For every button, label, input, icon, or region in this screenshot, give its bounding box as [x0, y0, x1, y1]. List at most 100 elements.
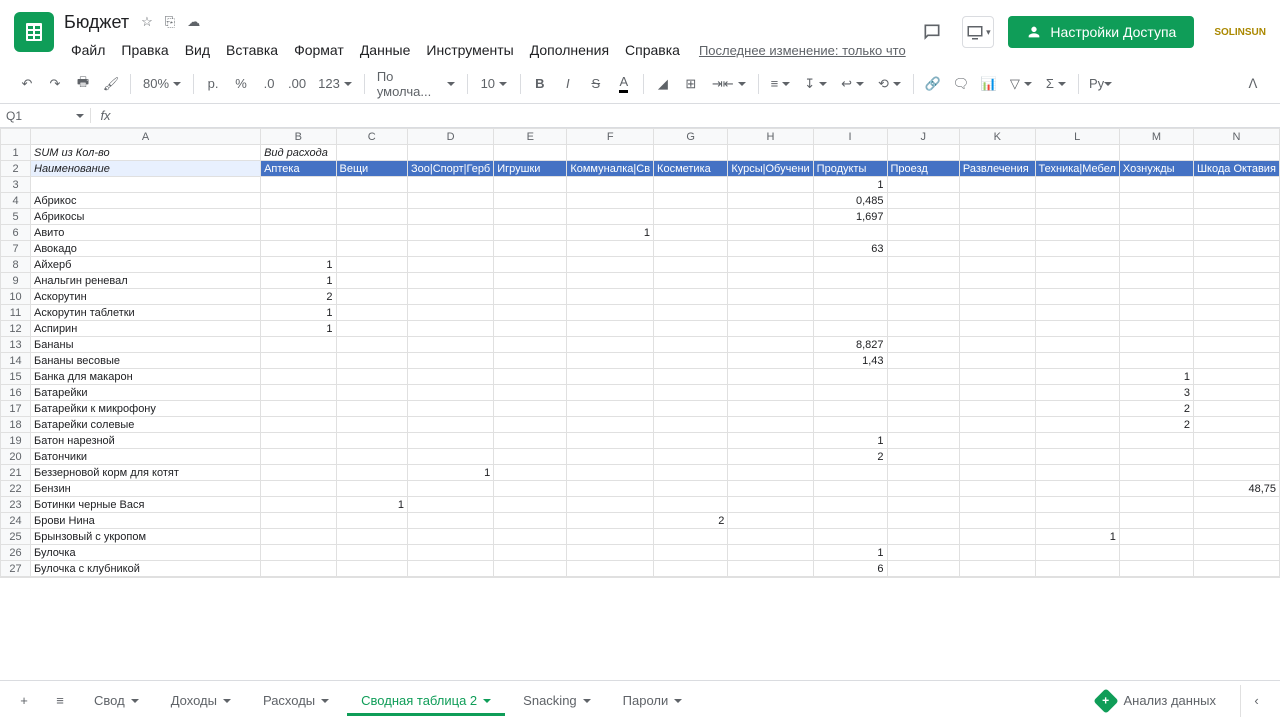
text-color-icon[interactable]: A [611, 71, 637, 97]
cell[interactable] [813, 417, 887, 433]
cell[interactable] [959, 481, 1035, 497]
cell[interactable] [567, 337, 654, 353]
row-header[interactable]: 18 [1, 417, 31, 433]
collapse-toolbar-icon[interactable]: ᐱ [1240, 71, 1266, 97]
col-header[interactable]: L [1035, 129, 1119, 145]
cell[interactable] [1119, 145, 1193, 161]
cell[interactable] [407, 529, 493, 545]
cell[interactable] [1035, 369, 1119, 385]
cell[interactable]: Батарейки к микрофону [31, 401, 261, 417]
cell[interactable]: Беззерновой корм для котят [31, 465, 261, 481]
cell[interactable] [728, 481, 813, 497]
cell[interactable] [728, 177, 813, 193]
row-header[interactable]: 7 [1, 241, 31, 257]
cell[interactable] [1193, 513, 1279, 529]
cell[interactable] [959, 529, 1035, 545]
name-box[interactable]: Q1 [0, 109, 90, 123]
cell[interactable]: Хознужды [1119, 161, 1193, 177]
text-rotate-icon[interactable]: ⟲ [872, 71, 907, 97]
cell[interactable]: Батарейки [31, 385, 261, 401]
cell[interactable] [887, 337, 959, 353]
cell[interactable] [1119, 225, 1193, 241]
cell[interactable] [1119, 193, 1193, 209]
cell[interactable] [728, 353, 813, 369]
cell[interactable]: Зоо|Спорт|Герб [407, 161, 493, 177]
cell[interactable] [887, 513, 959, 529]
cell[interactable] [654, 417, 728, 433]
cell[interactable] [959, 385, 1035, 401]
cell[interactable] [887, 209, 959, 225]
row-header[interactable]: 5 [1, 209, 31, 225]
cell[interactable]: 1 [813, 433, 887, 449]
sheet-tab[interactable]: Сводная таблица 2 [347, 685, 505, 716]
cell[interactable] [813, 225, 887, 241]
merge-cells-icon[interactable]: ⇥⇤ [706, 71, 752, 97]
cell[interactable] [567, 289, 654, 305]
cell[interactable] [654, 145, 728, 161]
cell[interactable] [813, 513, 887, 529]
cell[interactable] [728, 209, 813, 225]
cell[interactable] [567, 273, 654, 289]
cell[interactable] [261, 385, 336, 401]
cell[interactable] [494, 497, 567, 513]
cell[interactable] [336, 177, 407, 193]
cell[interactable] [494, 417, 567, 433]
cell[interactable] [407, 545, 493, 561]
cell[interactable] [654, 289, 728, 305]
cell[interactable] [728, 497, 813, 513]
row-header[interactable]: 20 [1, 449, 31, 465]
cell[interactable] [261, 465, 336, 481]
print-icon[interactable]: 🖶 [70, 71, 96, 97]
cell[interactable] [31, 177, 261, 193]
cell[interactable] [959, 417, 1035, 433]
cell[interactable] [407, 289, 493, 305]
cell[interactable] [813, 145, 887, 161]
fill-color-icon[interactable]: ◢ [650, 71, 676, 97]
cell[interactable] [654, 177, 728, 193]
strikethrough-icon[interactable]: S [583, 71, 609, 97]
cell[interactable] [1119, 241, 1193, 257]
cell[interactable] [813, 369, 887, 385]
cell[interactable] [407, 401, 493, 417]
cell[interactable] [959, 321, 1035, 337]
cell[interactable] [728, 465, 813, 481]
cell[interactable]: Аскорутин таблетки [31, 305, 261, 321]
cell[interactable] [494, 257, 567, 273]
bold-icon[interactable]: B [527, 71, 553, 97]
cell[interactable] [654, 449, 728, 465]
cell[interactable] [1119, 321, 1193, 337]
cell[interactable]: Бананы весовые [31, 353, 261, 369]
cell[interactable] [959, 545, 1035, 561]
cell[interactable] [407, 433, 493, 449]
cell[interactable]: Банка для макарон [31, 369, 261, 385]
row-header[interactable]: 6 [1, 225, 31, 241]
cell[interactable] [728, 545, 813, 561]
cell[interactable]: 8,827 [813, 337, 887, 353]
cell[interactable]: Брынзовый с укропом [31, 529, 261, 545]
cell[interactable]: Наименование [31, 161, 261, 177]
cell[interactable] [654, 385, 728, 401]
row-header[interactable]: 17 [1, 401, 31, 417]
cell[interactable] [567, 513, 654, 529]
cell[interactable] [407, 225, 493, 241]
cell[interactable] [959, 353, 1035, 369]
cell[interactable]: 1 [407, 465, 493, 481]
cell[interactable] [494, 337, 567, 353]
cell[interactable] [654, 321, 728, 337]
cell[interactable] [567, 145, 654, 161]
cell[interactable] [887, 225, 959, 241]
cell[interactable] [654, 337, 728, 353]
cell[interactable] [654, 273, 728, 289]
cell[interactable] [887, 561, 959, 577]
cell[interactable] [336, 273, 407, 289]
cell[interactable] [654, 353, 728, 369]
cell[interactable]: Батарейки солевые [31, 417, 261, 433]
formula-bar[interactable] [120, 108, 1280, 123]
cell[interactable] [887, 465, 959, 481]
cell[interactable] [494, 513, 567, 529]
row-header[interactable]: 25 [1, 529, 31, 545]
cell[interactable] [1193, 353, 1279, 369]
cell[interactable] [1035, 241, 1119, 257]
paint-format-icon[interactable]: 🖌 [98, 71, 124, 97]
cell[interactable] [654, 209, 728, 225]
